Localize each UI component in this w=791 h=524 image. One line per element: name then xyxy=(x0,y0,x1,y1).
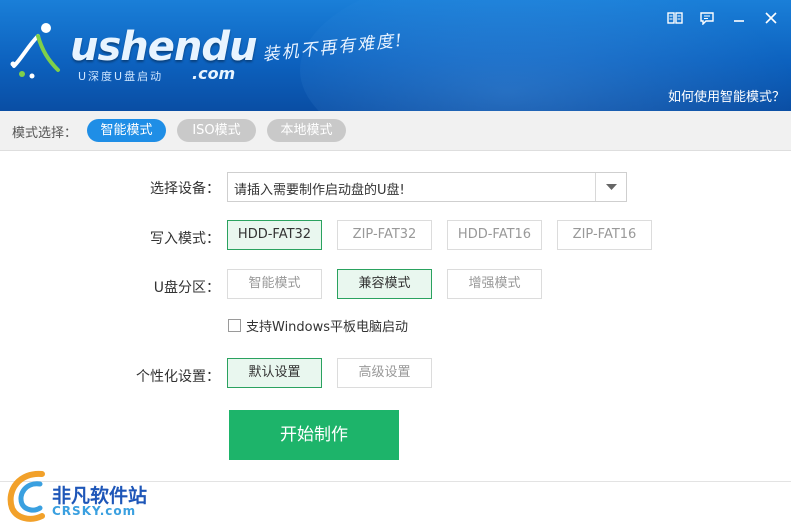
write-mode-hdd-fat32[interactable]: HDD-FAT32 xyxy=(227,220,322,250)
minimize-icon[interactable] xyxy=(727,8,751,28)
app-logo: ushendu U深度U盘启动 .com xyxy=(8,18,258,88)
personalize-default[interactable]: 默认设置 xyxy=(227,358,322,388)
watermark-logo-icon xyxy=(7,470,45,522)
start-button[interactable]: 开始制作 xyxy=(229,410,399,460)
tablet-support-checkbox[interactable] xyxy=(228,319,241,332)
watermark: 非凡软件站 CRSKY.com xyxy=(0,466,160,524)
partition-enhanced[interactable]: 增强模式 xyxy=(447,269,542,299)
mode-label: 模式选择： xyxy=(12,126,78,141)
logo-domain: .com xyxy=(192,64,236,83)
write-mode-hdd-fat16[interactable]: HDD-FAT16 xyxy=(447,220,542,250)
help-link[interactable]: 如何使用智能模式？ xyxy=(668,86,785,105)
logo-figure-icon xyxy=(10,23,60,79)
mode-local-button[interactable]: 本地模式 xyxy=(267,119,346,142)
device-select-value: 请插入需要制作启动盘的U盘! xyxy=(234,183,405,198)
close-icon[interactable] xyxy=(759,8,783,28)
write-mode-label: 写入模式： xyxy=(150,231,220,247)
tablet-support-row: 支持Windows平板电脑启动 xyxy=(228,316,408,335)
write-mode-zip-fat32[interactable]: ZIP-FAT32 xyxy=(337,220,432,250)
tablet-support-label[interactable]: 支持Windows平板电脑启动 xyxy=(246,316,408,335)
mode-bar: 模式选择： 智能模式 ISO模式 本地模式 xyxy=(0,111,791,151)
feedback-icon[interactable] xyxy=(695,8,719,28)
partition-compat[interactable]: 兼容模式 xyxy=(337,269,432,299)
device-select[interactable]: 请插入需要制作启动盘的U盘! xyxy=(227,172,627,202)
mode-smart-button[interactable]: 智能模式 xyxy=(87,119,166,142)
device-label: 选择设备： xyxy=(150,181,220,197)
chevron-down-icon xyxy=(606,184,617,190)
write-mode-zip-fat16[interactable]: ZIP-FAT16 xyxy=(557,220,652,250)
personalize-advanced[interactable]: 高级设置 xyxy=(337,358,432,388)
partition-label: U盘分区： xyxy=(153,280,220,296)
partition-smart[interactable]: 智能模式 xyxy=(227,269,322,299)
logo-subtitle: U深度U盘启动 xyxy=(78,70,164,83)
watermark-url: CRSKY.com xyxy=(52,504,137,518)
app-header: ushendu U深度U盘启动 .com 装机不再有难度! 如何使用智能模式？ xyxy=(0,0,791,111)
personalize-label: 个性化设置： xyxy=(136,369,220,385)
mode-iso-button[interactable]: ISO模式 xyxy=(177,119,256,142)
device-dropdown-button[interactable] xyxy=(595,173,626,201)
window-controls xyxy=(663,8,783,28)
book-icon[interactable] xyxy=(663,8,687,28)
